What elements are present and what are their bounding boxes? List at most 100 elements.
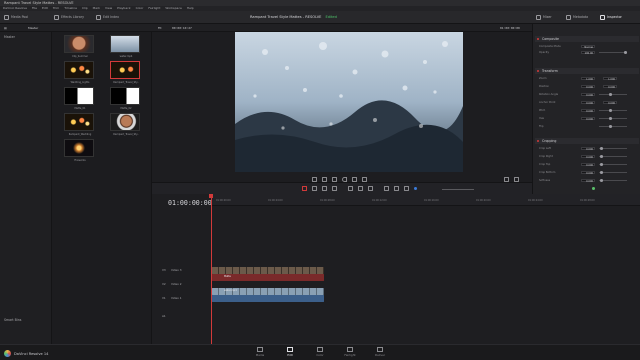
track-header-v3[interactable]: V3 Video 3 bbox=[152, 266, 211, 274]
linked-selection-icon[interactable] bbox=[394, 186, 399, 191]
media-clip-thumbnail[interactable]: water.mp4 bbox=[110, 35, 140, 58]
slider-knob[interactable] bbox=[609, 125, 612, 128]
slider-knob[interactable] bbox=[609, 117, 612, 120]
property-slider[interactable] bbox=[599, 163, 627, 166]
section-enable-icon[interactable] bbox=[537, 139, 540, 143]
bin-selector[interactable]: Master bbox=[28, 24, 38, 32]
menu-item[interactable]: Color bbox=[136, 6, 144, 10]
property-value-field[interactable]: 0.000 bbox=[581, 146, 595, 151]
effects-library-button[interactable]: Effects Library bbox=[54, 14, 84, 21]
property-slider[interactable] bbox=[599, 147, 627, 150]
media-clip-thumbnail[interactable]: Fireworks bbox=[64, 139, 94, 162]
menu-item[interactable]: DaVinci Resolve bbox=[3, 6, 27, 10]
menu-item[interactable]: Timeline bbox=[64, 6, 77, 10]
property-value-field[interactable]: 0.000 bbox=[603, 84, 617, 89]
metadata-button[interactable]: Metadata bbox=[566, 14, 588, 21]
property-slider[interactable] bbox=[599, 171, 627, 174]
menu-item[interactable]: Trim bbox=[53, 6, 59, 10]
inspector-section-cropping[interactable]: Cropping bbox=[535, 138, 639, 144]
menu-item[interactable]: Mark bbox=[93, 6, 100, 10]
track-header-a1[interactable]: A1 bbox=[152, 312, 211, 320]
slider-knob[interactable] bbox=[609, 109, 612, 112]
replace-icon[interactable] bbox=[368, 186, 373, 191]
master-bin[interactable]: Master bbox=[0, 32, 51, 42]
property-value-field[interactable]: 0.000 bbox=[603, 100, 617, 105]
page-tab-media[interactable]: Media bbox=[250, 347, 270, 357]
inspector-button[interactable]: Inspector bbox=[600, 14, 622, 21]
property-value-field[interactable]: 0.000 bbox=[581, 162, 595, 167]
page-tab-edit[interactable]: Edit bbox=[280, 347, 300, 357]
slider-knob[interactable] bbox=[609, 93, 612, 96]
snapping-icon[interactable] bbox=[384, 186, 389, 191]
media-clip-thumbnail[interactable]: Matte_01 bbox=[64, 87, 94, 110]
property-value-field[interactable]: 100.00 bbox=[581, 50, 595, 55]
media-clip-thumbnail[interactable]: Rampant_Travel_Sty.. bbox=[110, 61, 140, 84]
trim-tool-icon[interactable] bbox=[312, 186, 317, 191]
page-tab-color[interactable]: Color bbox=[310, 347, 330, 357]
media-clip-thumbnail[interactable]: Rampant_Travel_Sty.. bbox=[110, 113, 140, 136]
section-enable-icon[interactable] bbox=[537, 69, 540, 73]
page-tab-deliver[interactable]: Deliver bbox=[370, 347, 390, 357]
clip-v1-water[interactable]: water.mp4 bbox=[212, 288, 324, 295]
list-view-icon[interactable]: ▤ bbox=[4, 24, 7, 32]
playhead-handle[interactable] bbox=[209, 194, 214, 198]
property-slider[interactable] bbox=[599, 93, 627, 96]
menu-item[interactable]: Clip bbox=[82, 6, 88, 10]
property-slider[interactable] bbox=[599, 51, 627, 54]
selection-tool-icon[interactable] bbox=[302, 186, 307, 191]
track-header-v2[interactable]: V2 Video 2 bbox=[152, 280, 211, 288]
inspector-section-transform[interactable]: Transform bbox=[535, 68, 639, 74]
property-value-field[interactable]: 0.000 bbox=[581, 178, 595, 183]
slider-knob[interactable] bbox=[624, 51, 627, 54]
slider-knob[interactable] bbox=[600, 179, 603, 182]
clip-v3[interactable] bbox=[212, 267, 324, 274]
insert-icon[interactable] bbox=[348, 186, 353, 191]
menu-item[interactable]: File bbox=[32, 6, 37, 10]
menu-item[interactable]: View bbox=[105, 6, 112, 10]
property-value-field[interactable]: 1.000 bbox=[603, 76, 617, 81]
property-value-field[interactable]: 0.000 bbox=[581, 170, 595, 175]
property-value-field[interactable]: 1.000 bbox=[581, 76, 595, 81]
media-clip-thumbnail[interactable]: Rampant_Wedding bbox=[64, 113, 94, 136]
media-clip-thumbnail[interactable]: Wedding_Lights bbox=[64, 61, 94, 84]
property-value-field[interactable]: 0.000 bbox=[581, 92, 595, 97]
media-clip-thumbnail[interactable]: Matte_02 bbox=[110, 87, 140, 110]
slider-knob[interactable] bbox=[600, 147, 603, 150]
clip-v1-audio[interactable] bbox=[212, 295, 324, 302]
edit-index-button[interactable]: Edit Index bbox=[96, 14, 119, 21]
menu-item[interactable]: Edit bbox=[42, 6, 48, 10]
playhead[interactable] bbox=[211, 194, 212, 344]
property-slider[interactable] bbox=[599, 155, 627, 158]
zoom-fit[interactable]: Fit bbox=[158, 24, 162, 32]
mixer-button[interactable]: Mixer bbox=[536, 14, 552, 21]
marker-icon[interactable] bbox=[414, 187, 417, 190]
menu-item[interactable]: Workspace bbox=[165, 6, 181, 10]
slider-knob[interactable] bbox=[600, 155, 603, 158]
menu-item[interactable]: Help bbox=[187, 6, 194, 10]
flag-icon[interactable] bbox=[404, 186, 409, 191]
page-tab-fairlight[interactable]: Fairlight bbox=[340, 347, 360, 357]
menu-item[interactable]: Fairlight bbox=[148, 6, 160, 10]
track-header-v1[interactable]: V1 Video 1 bbox=[152, 294, 211, 302]
property-slider[interactable] bbox=[599, 179, 627, 182]
section-enable-icon[interactable] bbox=[537, 37, 540, 41]
viewer-image[interactable] bbox=[235, 32, 463, 172]
property-value-field[interactable]: 0.000 bbox=[581, 116, 595, 121]
timeline-ruler[interactable]: 01:00:00:00 01:00:04:00 01:00:08:00 01:00:1… bbox=[212, 194, 640, 206]
media-clip-thumbnail[interactable]: Clip_Summer bbox=[64, 35, 94, 58]
overwrite-icon[interactable] bbox=[358, 186, 363, 191]
clip-v2-matte[interactable]: Matte bbox=[212, 274, 324, 281]
property-value-field[interactable]: 0.000 bbox=[581, 84, 595, 89]
inspector-section-composite[interactable]: Composite bbox=[535, 36, 639, 42]
blade-tool-icon[interactable] bbox=[332, 186, 337, 191]
property-value-field[interactable]: 0.000 bbox=[581, 100, 595, 105]
property-slider[interactable] bbox=[599, 117, 627, 120]
media-pool-button[interactable]: Media Pool bbox=[4, 14, 28, 21]
menu-item[interactable]: Playback bbox=[117, 6, 130, 10]
property-value-field[interactable]: Normal bbox=[581, 44, 595, 49]
property-slider[interactable] bbox=[599, 125, 627, 128]
slider-knob[interactable] bbox=[600, 171, 603, 174]
dynamic-trim-icon[interactable] bbox=[322, 186, 327, 191]
property-value-field[interactable]: 0.000 bbox=[581, 154, 595, 159]
zoom-slider[interactable] bbox=[442, 188, 474, 190]
